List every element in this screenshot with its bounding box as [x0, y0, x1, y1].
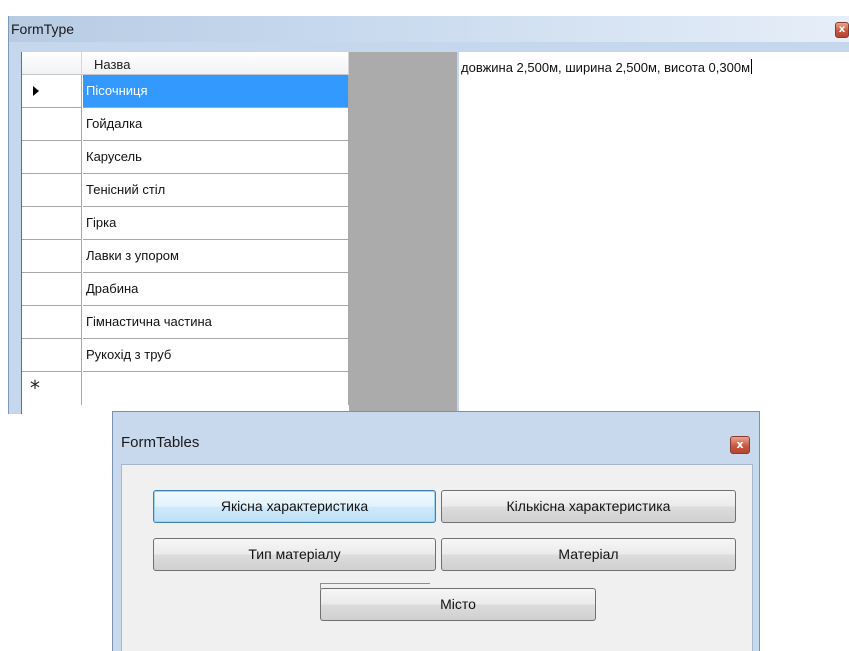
table-row[interactable]: Гірка [22, 207, 349, 240]
row-header[interactable]: * [22, 372, 82, 405]
table-row[interactable]: Тенісний стіл [22, 174, 349, 207]
formtables-window: FormTables x Якісна характеристика Кільк… [112, 411, 760, 651]
table-row[interactable]: Рукохід з труб [22, 339, 349, 372]
table-row[interactable]: Гойдалка [22, 108, 349, 141]
description-textbox[interactable]: довжина 2,500м, ширина 2,500м, висота 0,… [459, 52, 849, 414]
current-row-arrow-icon [33, 86, 39, 96]
data-grid[interactable]: Назва Пісочниця Гойдалка Карусель Тенісн… [21, 52, 457, 414]
formtype-window: FormType x Назва Пісочниця Гойдалка Кару… [8, 16, 849, 414]
grid-cell[interactable]: Гірка [83, 207, 349, 240]
formtables-title: FormTables [121, 434, 200, 451]
new-table-row[interactable]: * [22, 372, 349, 405]
grid-cell[interactable]: Карусель [83, 141, 349, 174]
row-header[interactable] [22, 75, 82, 108]
formtables-close-icon[interactable]: x [730, 436, 750, 454]
formtype-close-icon[interactable]: x [835, 22, 849, 38]
quality-characteristic-button[interactable]: Якісна характеристика [153, 490, 436, 523]
row-header[interactable] [22, 108, 82, 141]
text-caret [751, 59, 753, 74]
grid-cell[interactable]: Пісочниця [83, 75, 349, 108]
grid-cell[interactable]: Тенісний стіл [83, 174, 349, 207]
formtype-titlebar[interactable]: FormType x [9, 16, 849, 42]
grid-cell[interactable]: Лавки з упором [83, 240, 349, 273]
formtables-client-area: Якісна характеристика Кількісна характер… [121, 464, 753, 651]
table-row[interactable]: Гімнастична частина [22, 306, 349, 339]
row-header[interactable] [22, 339, 82, 372]
column-header-name[interactable]: Назва [83, 52, 349, 75]
row-header[interactable] [22, 306, 82, 339]
quantity-characteristic-button[interactable]: Кількісна характеристика [441, 490, 736, 523]
table-row[interactable]: Пісочниця [22, 75, 349, 108]
row-header[interactable] [22, 141, 82, 174]
material-button[interactable]: Матеріал [441, 538, 736, 571]
grid-header-row: Назва [22, 52, 349, 75]
grid-cell[interactable]: Драбина [83, 273, 349, 306]
row-header[interactable] [22, 207, 82, 240]
table-row[interactable]: Драбина [22, 273, 349, 306]
description-value: довжина 2,500м, ширина 2,500м, висота 0,… [461, 60, 751, 75]
city-button[interactable]: Місто [320, 588, 596, 621]
table-row[interactable]: Лавки з упором [22, 240, 349, 273]
grid-cell[interactable]: Гойдалка [83, 108, 349, 141]
material-type-button[interactable]: Тип матеріалу [153, 538, 436, 571]
row-header[interactable] [22, 240, 82, 273]
formtype-title: FormType [11, 21, 75, 37]
grid-cell[interactable]: Рукохід з труб [83, 339, 349, 372]
new-row-asterisk-icon: * [30, 376, 40, 400]
grid-header-corner[interactable] [22, 52, 82, 75]
table-row[interactable]: Карусель [22, 141, 349, 174]
grid-table: Назва Пісочниця Гойдалка Карусель Тенісн… [22, 52, 349, 414]
grid-cell-empty[interactable] [83, 372, 349, 405]
description-text: довжина 2,500м, ширина 2,500м, висота 0,… [461, 59, 753, 75]
row-header[interactable] [22, 273, 82, 306]
grid-cell[interactable]: Гімнастична частина [83, 306, 349, 339]
row-header[interactable] [22, 174, 82, 207]
